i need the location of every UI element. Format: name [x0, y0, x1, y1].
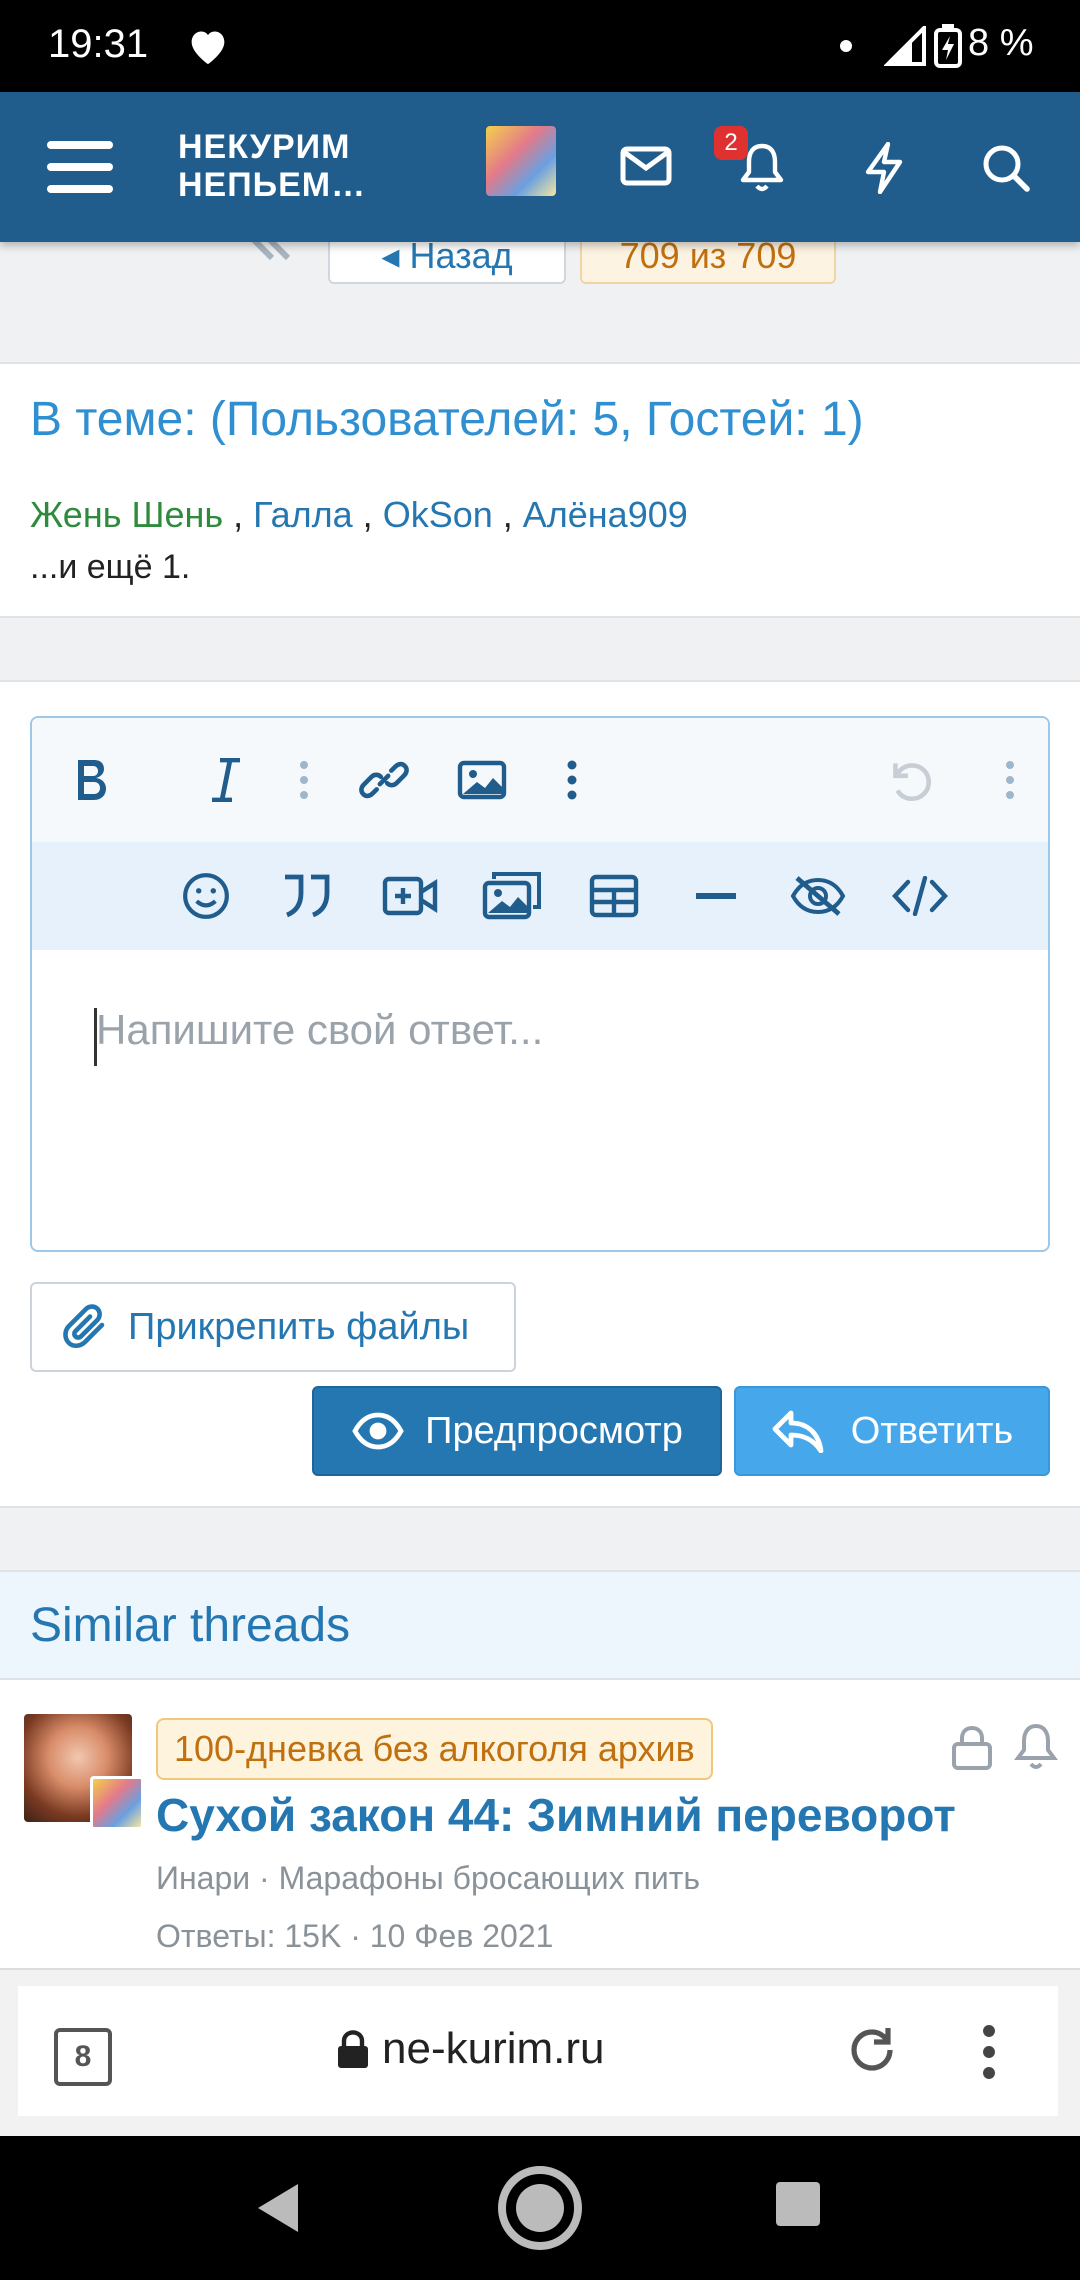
- inbox-icon[interactable]: [612, 132, 680, 200]
- paperclip-icon: [62, 1303, 110, 1351]
- similar-threads-title: Similar threads: [30, 1599, 351, 1652]
- battery-percent: 8 %: [968, 22, 1034, 64]
- system-nav-bar: [0, 2136, 1080, 2280]
- reply-button[interactable]: Ответить: [734, 1386, 1050, 1476]
- lightning-icon[interactable]: [850, 134, 918, 202]
- rich-text-editor: Напишите свой ответ...: [30, 716, 1050, 1252]
- user-link[interactable]: Алёна909: [523, 494, 688, 535]
- link-icon[interactable]: [352, 748, 416, 812]
- similar-threads-header: Similar threads: [0, 1572, 1080, 1680]
- bold-icon[interactable]: [60, 748, 124, 812]
- url-field[interactable]: ne-kurim.ru: [382, 2024, 605, 2074]
- browser-menu-icon[interactable]: [982, 2024, 996, 2085]
- thread-title-link[interactable]: Сухой закон 44: Зимний переворот: [156, 1788, 956, 1842]
- user-link[interactable]: Галла: [253, 494, 353, 535]
- thread-author-forum: Инари · Марафоны бросающих пить: [156, 1860, 701, 1896]
- more-vertical-icon[interactable]: [982, 748, 1038, 812]
- user-link[interactable]: Жень Шень: [30, 494, 223, 535]
- editor-toolbar-primary: [32, 718, 1048, 842]
- online-users-block: В теме: (Пользователей: 5, Гостей: 1) Же…: [0, 362, 1080, 618]
- reply-arrow-icon: [771, 1409, 825, 1453]
- editor-toolbar-secondary: [32, 842, 1048, 950]
- site-title-line2: НЕПЬЕМ…: [178, 166, 367, 204]
- online-title[interactable]: В теме: (Пользователей: 5, Гостей: 1): [30, 392, 864, 447]
- reply-label: Ответить: [850, 1409, 1014, 1452]
- browser-toolbar: 8 ne-kurim.ru: [0, 1968, 1080, 2136]
- signal-icon: [883, 23, 928, 71]
- battery-icon: [934, 24, 962, 73]
- notification-dot-icon: [840, 40, 852, 52]
- attach-files-button[interactable]: Прикрепить файлы: [30, 1282, 516, 1372]
- gallery-icon[interactable]: [480, 864, 544, 928]
- user-link[interactable]: OkSon: [383, 494, 493, 535]
- thread-stats: Ответы: 15K · 10 Фев 2021: [156, 1918, 554, 1954]
- lock-icon: [950, 1724, 994, 1777]
- recents-square-icon[interactable]: [774, 2180, 822, 2233]
- thread-prefix-label[interactable]: 100-дневка без алкоголя архив: [156, 1718, 713, 1780]
- status-time: 19:31: [48, 22, 149, 66]
- avatar[interactable]: [486, 126, 556, 196]
- notification-badge: 2: [714, 126, 748, 160]
- similar-threads-block: Similar threads 100-дневка без алкоголя …: [0, 1570, 1080, 1970]
- tab-switcher-button[interactable]: 8: [54, 2028, 112, 2086]
- reply-input[interactable]: Напишите свой ответ...: [96, 1006, 543, 1054]
- home-circle-icon[interactable]: [496, 2164, 584, 2257]
- site-title[interactable]: НЕКУРИМ НЕПЬЕМ…: [178, 128, 366, 204]
- back-triangle-icon[interactable]: [252, 2180, 302, 2241]
- last-poster-avatar[interactable]: [90, 1776, 144, 1830]
- horizontal-rule-icon[interactable]: [684, 864, 748, 928]
- undo-icon[interactable]: [878, 748, 942, 812]
- online-more: ...и ещё 1.: [30, 548, 191, 586]
- heart-icon: [186, 26, 230, 71]
- reply-form: Напишите свой ответ... Прикрепить файлы …: [0, 680, 1080, 1508]
- table-icon[interactable]: [582, 864, 646, 928]
- watch-bell-icon[interactable]: [1014, 1722, 1058, 1777]
- code-icon[interactable]: [888, 864, 952, 928]
- video-icon[interactable]: [378, 864, 442, 928]
- preview-label: Предпросмотр: [425, 1409, 683, 1452]
- preview-button[interactable]: Предпросмотр: [312, 1386, 722, 1476]
- image-icon[interactable]: [450, 748, 514, 812]
- site-title-line1: НЕКУРИМ: [178, 128, 351, 166]
- reload-icon[interactable]: [844, 2022, 900, 2083]
- smiley-icon[interactable]: [174, 864, 238, 928]
- top-nav: НЕКУРИМ НЕПЬЕМ… 2: [0, 92, 1080, 242]
- more-vertical-icon[interactable]: [544, 748, 600, 812]
- eye-icon: [351, 1411, 405, 1451]
- italic-icon[interactable]: [194, 748, 258, 812]
- padlock-icon[interactable]: [336, 2030, 370, 2075]
- menu-icon[interactable]: [44, 134, 116, 200]
- url-box: 8 ne-kurim.ru: [18, 1986, 1058, 2116]
- more-vertical-icon[interactable]: [276, 748, 332, 812]
- quote-icon[interactable]: [276, 864, 340, 928]
- spoiler-hide-icon[interactable]: [786, 864, 850, 928]
- online-users-list: Жень Шень , Галла , OkSon , Алёна909: [30, 494, 688, 535]
- status-bar: 19:31 8 %: [0, 0, 1080, 92]
- search-icon[interactable]: [970, 134, 1042, 202]
- attach-files-label: Прикрепить файлы: [128, 1305, 470, 1348]
